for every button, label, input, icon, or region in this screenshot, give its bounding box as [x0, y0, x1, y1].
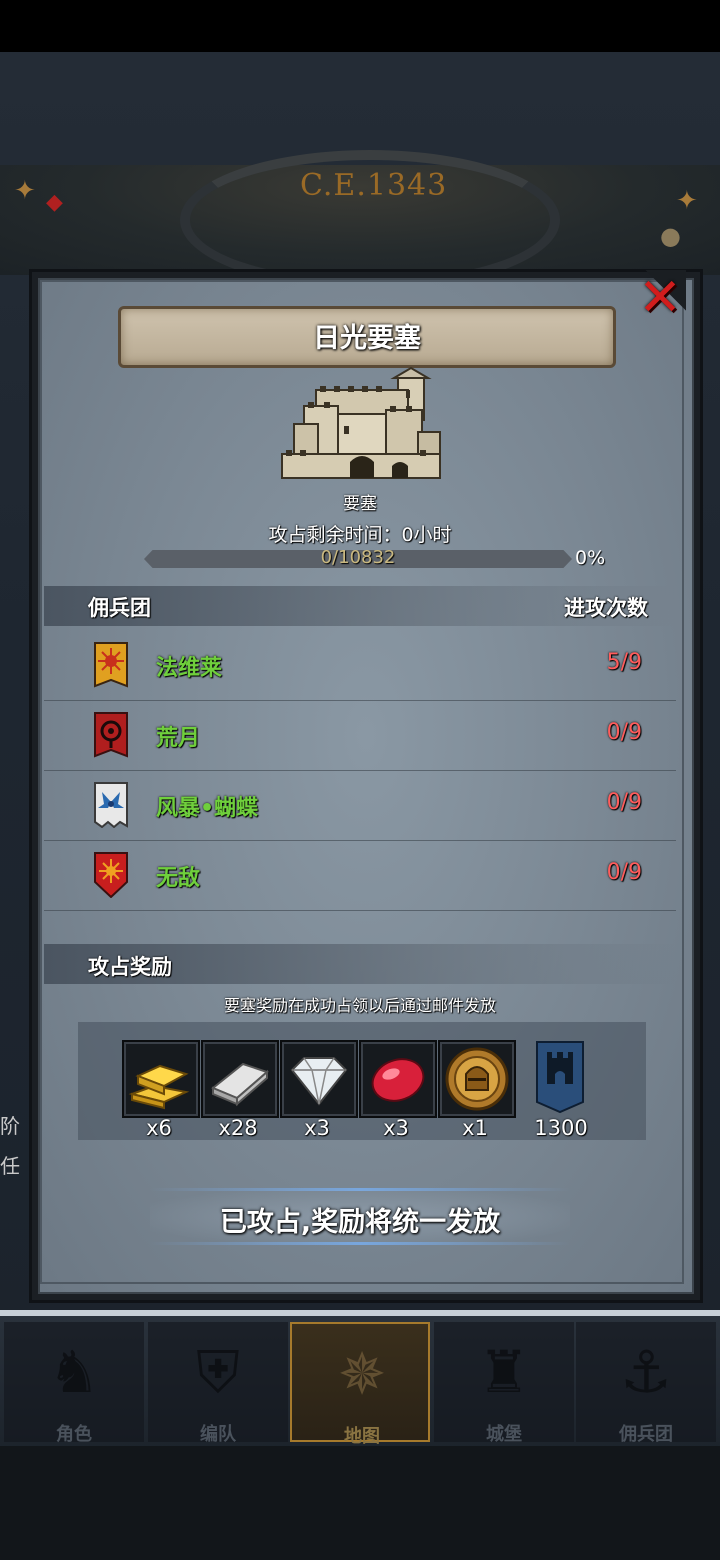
nav-tab-mercenaries[interactable]: ⚓ 佣兵团	[576, 1322, 716, 1445]
progress-value: 0/10832	[320, 547, 396, 568]
castle-banner-icon[interactable]	[535, 1040, 585, 1114]
progress-percent: 0%	[575, 547, 606, 569]
reward-header: 攻占奖励	[88, 955, 172, 979]
side-peek-text: 任	[0, 1154, 20, 1178]
knight-icon: ♞	[48, 1338, 100, 1406]
stocking-ornament-icon: ◆	[46, 190, 63, 215]
nav-label: 佣兵团	[619, 1424, 673, 1445]
building-type-label: 要塞	[343, 494, 377, 514]
knight-medal-icon[interactable]	[438, 1040, 516, 1118]
reward-count: x6	[146, 1116, 172, 1140]
reward-count: x3	[304, 1116, 330, 1140]
butterfly-emblem-icon	[94, 782, 128, 828]
mercenary-name: 无敌	[156, 866, 201, 891]
mercenary-name: 法维莱	[156, 656, 223, 681]
modal-title: 日光要塞	[313, 323, 421, 354]
fortress-icon	[281, 366, 441, 479]
nav-tab-map[interactable]: ✵ 地图	[290, 1322, 430, 1447]
reward-count: x3	[383, 1116, 409, 1140]
nav-tab-castle[interactable]: ♜ 城堡	[434, 1322, 574, 1445]
claim-reward-label: 已攻占,奖励将统一发放	[219, 1207, 501, 1238]
sun-emblem-icon	[94, 852, 128, 898]
status-bar	[0, 0, 720, 52]
bottom-area	[0, 1446, 720, 1560]
bell-ornament-icon: ●	[660, 222, 681, 250]
nav-tab-character[interactable]: ♞ 角色	[4, 1322, 144, 1445]
list-item[interactable]: 无敌 0/9	[44, 840, 676, 911]
close-icon[interactable]: ✕	[636, 272, 684, 324]
attack-count-header: 进攻次数	[564, 596, 648, 620]
ship-icon: ⚓	[620, 1338, 672, 1406]
gold-bars-icon[interactable]	[122, 1040, 200, 1118]
capture-time-remaining: 攻占剩余时间：0小时	[268, 524, 452, 546]
nav-label: 城堡	[486, 1424, 522, 1445]
attack-count: 0/9	[606, 790, 642, 815]
nav-label: 角色	[56, 1424, 92, 1445]
silver-ingot-icon[interactable]	[201, 1040, 279, 1118]
reward-count: x28	[218, 1116, 258, 1140]
reward-note: 要塞奖励在成功占领以后通过邮件发放	[223, 996, 496, 1015]
star-ornament-icon: ✦	[676, 186, 698, 216]
eye-emblem-icon	[94, 712, 128, 758]
list-item[interactable]: 法维莱 5/9	[44, 630, 676, 701]
star-ornament-icon: ✦	[14, 176, 36, 206]
diamond-icon[interactable]	[280, 1040, 358, 1118]
button-glow-bottom	[150, 1242, 570, 1245]
list-item[interactable]: 风暴•蝴蝶 0/9	[44, 770, 676, 841]
reward-count: x1	[462, 1116, 488, 1140]
compass-icon: ✵	[337, 1340, 387, 1408]
castle-icon: ♜	[478, 1338, 530, 1406]
side-peek-text: 阶	[0, 1114, 20, 1138]
nav-tab-formation[interactable]: ⛨ 编队	[148, 1322, 288, 1445]
attack-count: 5/9	[606, 650, 642, 675]
sun-emblem-icon	[94, 642, 128, 688]
reward-count: 1300	[534, 1116, 588, 1140]
era-year: C.E.1343	[300, 168, 448, 203]
ruby-icon[interactable]	[359, 1040, 437, 1118]
mercenary-name: 风暴•蝴蝶	[156, 796, 259, 821]
helmet-icon: ⛨	[196, 1338, 240, 1406]
mercenary-header: 佣兵团	[88, 596, 151, 620]
attack-count: 0/9	[606, 720, 642, 745]
nav-label: 地图	[344, 1426, 380, 1447]
mercenary-name: 荒月	[156, 726, 201, 751]
attack-count: 0/9	[606, 860, 642, 885]
nav-label: 编队	[200, 1424, 236, 1445]
list-item[interactable]: 荒月 0/9	[44, 700, 676, 771]
